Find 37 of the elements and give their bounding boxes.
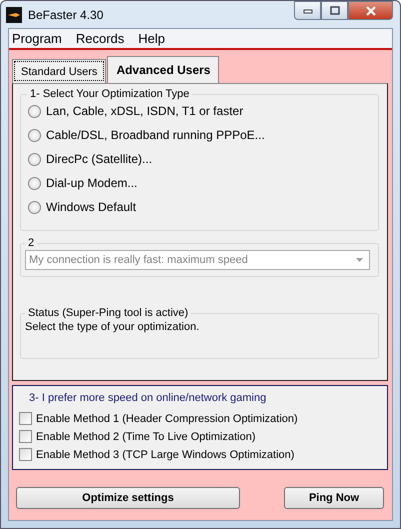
checkbox-option[interactable]: Enable Method 3 (TCP Large Windows Optimization) (19, 448, 379, 461)
menu-item[interactable]: Records (76, 31, 124, 46)
menu-item[interactable]: Program (12, 31, 62, 46)
gaming-title: 3- I prefer more speed on online/network gaming (28, 392, 268, 404)
radio-option[interactable]: Dial-up Modem... (28, 176, 372, 190)
radio-option[interactable]: Cable/DSL, Broadband running PPPoE... (28, 128, 372, 142)
radio-option[interactable]: DirecPc (Satellite)... (28, 152, 372, 166)
radio-option[interactable]: Windows Default (28, 200, 372, 214)
checkbox[interactable] (19, 448, 32, 461)
action-button[interactable]: Optimize settings (16, 487, 240, 509)
group-title: Status (Super-Ping tool is active) (27, 307, 190, 319)
radio-button[interactable] (28, 176, 41, 190)
action-button[interactable]: Ping Now (284, 487, 384, 509)
group-title: 2 (27, 237, 36, 249)
checkbox[interactable] (19, 430, 32, 443)
status-message: Select the type of your optimization. (25, 321, 200, 333)
checkbox[interactable] (19, 412, 32, 425)
tab[interactable]: Advanced Users (107, 56, 220, 83)
dropdown-arrow-icon (356, 258, 363, 262)
radio-button[interactable] (28, 104, 41, 118)
app-icon (6, 6, 22, 22)
radio-button[interactable] (28, 200, 41, 214)
radio-button[interactable] (28, 128, 41, 142)
maximize-button[interactable] (321, 1, 348, 20)
maximize-icon (330, 6, 340, 15)
menu-item[interactable]: Help (138, 31, 166, 46)
radio-option[interactable]: Lan, Cable, xDSL, ISDN, T1 or faster (28, 104, 372, 118)
radio-button[interactable] (28, 152, 41, 166)
tab[interactable]: Standard Users (12, 59, 106, 83)
window-title: BeFaster 4.30 (28, 8, 104, 22)
minimize-button[interactable] (294, 1, 321, 20)
close-button[interactable] (348, 1, 393, 20)
close-icon (364, 6, 376, 16)
group-title: 1- Select Your Optimization Type (29, 88, 190, 100)
checkbox-option[interactable]: Enable Method 2 (Time To Live Optimization) (19, 430, 379, 443)
checkbox-option[interactable]: Enable Method 1 (Header Compression Optimization) (19, 412, 379, 425)
minimize-icon (302, 8, 312, 14)
